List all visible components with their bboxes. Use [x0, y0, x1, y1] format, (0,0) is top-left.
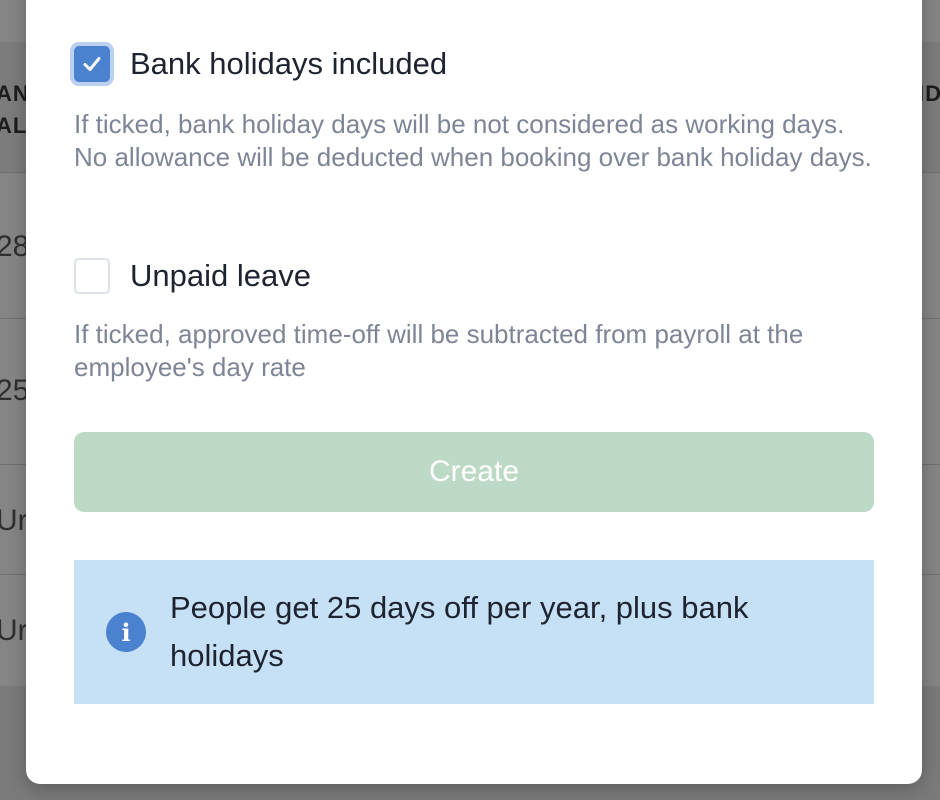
- background-cell: 25: [0, 374, 30, 407]
- info-icon: i: [106, 612, 146, 652]
- background-cell: Ur: [0, 614, 28, 647]
- background-cell: 28: [0, 230, 30, 263]
- bank-holidays-label[interactable]: Bank holidays included: [130, 46, 447, 82]
- unpaid-leave-label[interactable]: Unpaid leave: [130, 258, 311, 294]
- background-cell: Ur: [0, 504, 28, 537]
- create-button[interactable]: Create: [74, 432, 874, 512]
- checkmark-icon: [83, 57, 101, 71]
- unpaid-leave-help-text: If ticked, approved time-off will be sub…: [74, 319, 804, 382]
- bank-holidays-checkbox[interactable]: [74, 46, 110, 82]
- create-leave-type-modal: Bank holidays included If ticked, bank h…: [26, 0, 922, 784]
- info-banner: i People get 25 days off per year, plus …: [74, 560, 874, 704]
- info-text: People get 25 days off per year, plus ba…: [170, 590, 749, 673]
- bank-holidays-help-text: If ticked, bank holiday days will be not…: [74, 109, 872, 172]
- unpaid-leave-option[interactable]: Unpaid leave: [74, 258, 311, 294]
- background-column-header: AL: [0, 113, 28, 138]
- unpaid-leave-checkbox[interactable]: [74, 258, 110, 294]
- bank-holidays-option[interactable]: Bank holidays included: [74, 46, 447, 82]
